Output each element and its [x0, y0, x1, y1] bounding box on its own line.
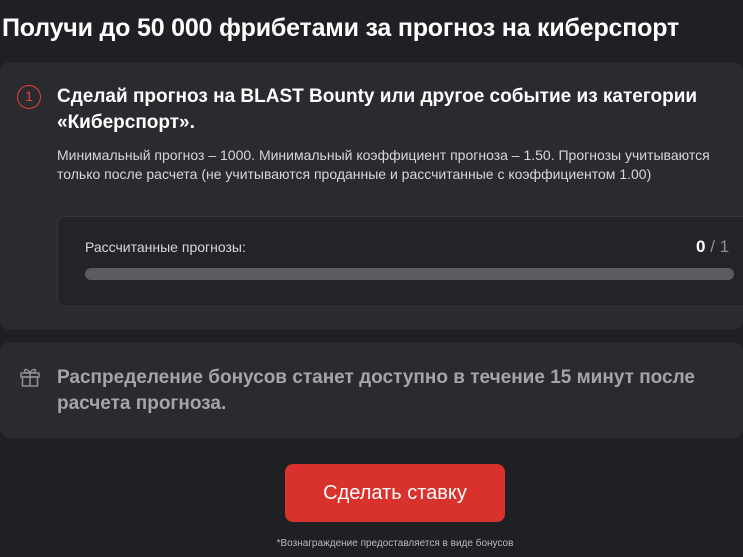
step-description: Минимальный прогноз – 1000. Минимальный …	[57, 147, 710, 182]
progress-total: 1	[719, 237, 730, 256]
gift-icon	[19, 366, 41, 388]
progress-bar	[85, 268, 734, 280]
progress-current: 0	[696, 237, 706, 256]
bonus-info-text: Распределение бонусов станет доступно в …	[57, 367, 695, 414]
progress-label: Рассчитанные прогнозы:	[85, 239, 246, 255]
step-title: Сделай прогноз на BLAST Bounty или друго…	[57, 86, 698, 133]
footnote: *Вознаграждение предоставляется в виде б…	[276, 538, 514, 549]
progress-separator: /	[710, 237, 715, 256]
place-bet-button[interactable]: Сделать ставку	[285, 464, 505, 522]
step-number-badge: 1	[17, 85, 41, 109]
page-title: Получи до 50 000 фрибетами за прогноз на…	[2, 14, 680, 42]
progress-count: 0 / 1	[696, 237, 729, 257]
progress-box: Рассчитанные прогнозы: 0 / 1	[57, 216, 743, 307]
